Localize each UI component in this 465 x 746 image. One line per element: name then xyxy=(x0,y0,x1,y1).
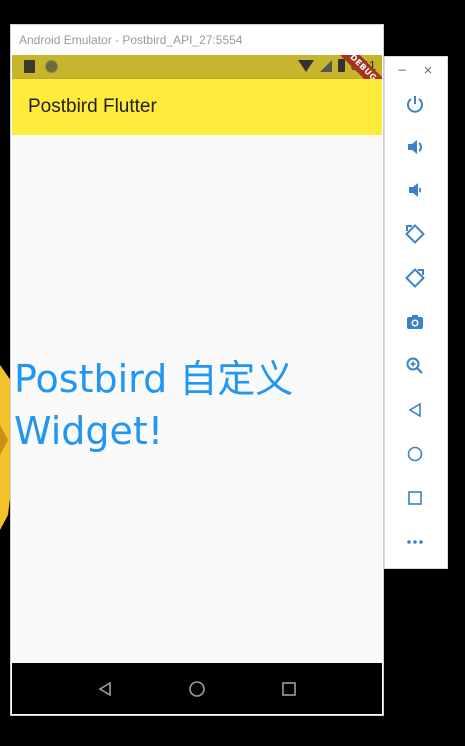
back-icon xyxy=(408,402,421,418)
device-screen[interactable]: 8:41 DEBUG Postbird Flutter Postbird 自定义… xyxy=(12,55,382,714)
app-bar-title: Postbird Flutter xyxy=(28,96,157,117)
wifi-icon xyxy=(297,59,314,72)
app-body: Postbird 自定义 Widget! xyxy=(12,135,382,663)
nav-home-button[interactable] xyxy=(182,674,212,704)
signal-icon xyxy=(319,59,332,72)
window-title: Android Emulator - Postbird_API_27:5554 xyxy=(11,25,383,55)
volume-down-icon xyxy=(409,183,422,197)
close-button[interactable]: × xyxy=(423,63,433,77)
sd-card-icon xyxy=(24,60,35,73)
back-icon xyxy=(98,681,111,696)
toolbar-back-button[interactable] xyxy=(403,398,427,422)
status-bar: 8:41 DEBUG xyxy=(12,55,382,98)
volume-down-button[interactable] xyxy=(403,178,427,202)
app-bar: Postbird Flutter xyxy=(12,79,382,135)
volume-up-icon xyxy=(408,140,422,154)
more-button[interactable] xyxy=(403,530,427,554)
overview-icon xyxy=(282,681,296,696)
battery-icon xyxy=(337,59,345,72)
nav-back-button[interactable] xyxy=(90,674,120,704)
more-icon xyxy=(407,540,423,544)
custom-widget-text: Postbird 自定义 Widget! xyxy=(14,357,294,453)
zoom-icon xyxy=(406,357,423,374)
screenshot-button[interactable] xyxy=(403,310,427,334)
rotate-right-icon xyxy=(405,268,425,288)
emulator-toolbar: − × xyxy=(385,57,447,568)
nav-overview-button[interactable] xyxy=(274,674,304,704)
camera-icon xyxy=(407,315,423,329)
emulator-window: Android Emulator - Postbird_API_27:5554 … xyxy=(11,25,383,715)
notification-icon xyxy=(45,60,58,73)
home-icon xyxy=(189,680,205,697)
toolbar-home-button[interactable] xyxy=(403,442,427,466)
power-icon xyxy=(407,96,423,113)
minimize-button[interactable]: − xyxy=(397,63,407,77)
overview-icon xyxy=(408,491,422,505)
volume-up-button[interactable] xyxy=(403,135,427,159)
toolbar-overview-button[interactable] xyxy=(403,486,427,510)
home-icon xyxy=(407,446,423,462)
rotate-left-icon xyxy=(405,224,425,244)
navigation-bar xyxy=(12,663,382,714)
power-button[interactable] xyxy=(403,92,427,116)
rotate-right-button[interactable] xyxy=(403,266,427,290)
rotate-left-button[interactable] xyxy=(403,222,427,246)
zoom-button[interactable] xyxy=(403,354,427,378)
